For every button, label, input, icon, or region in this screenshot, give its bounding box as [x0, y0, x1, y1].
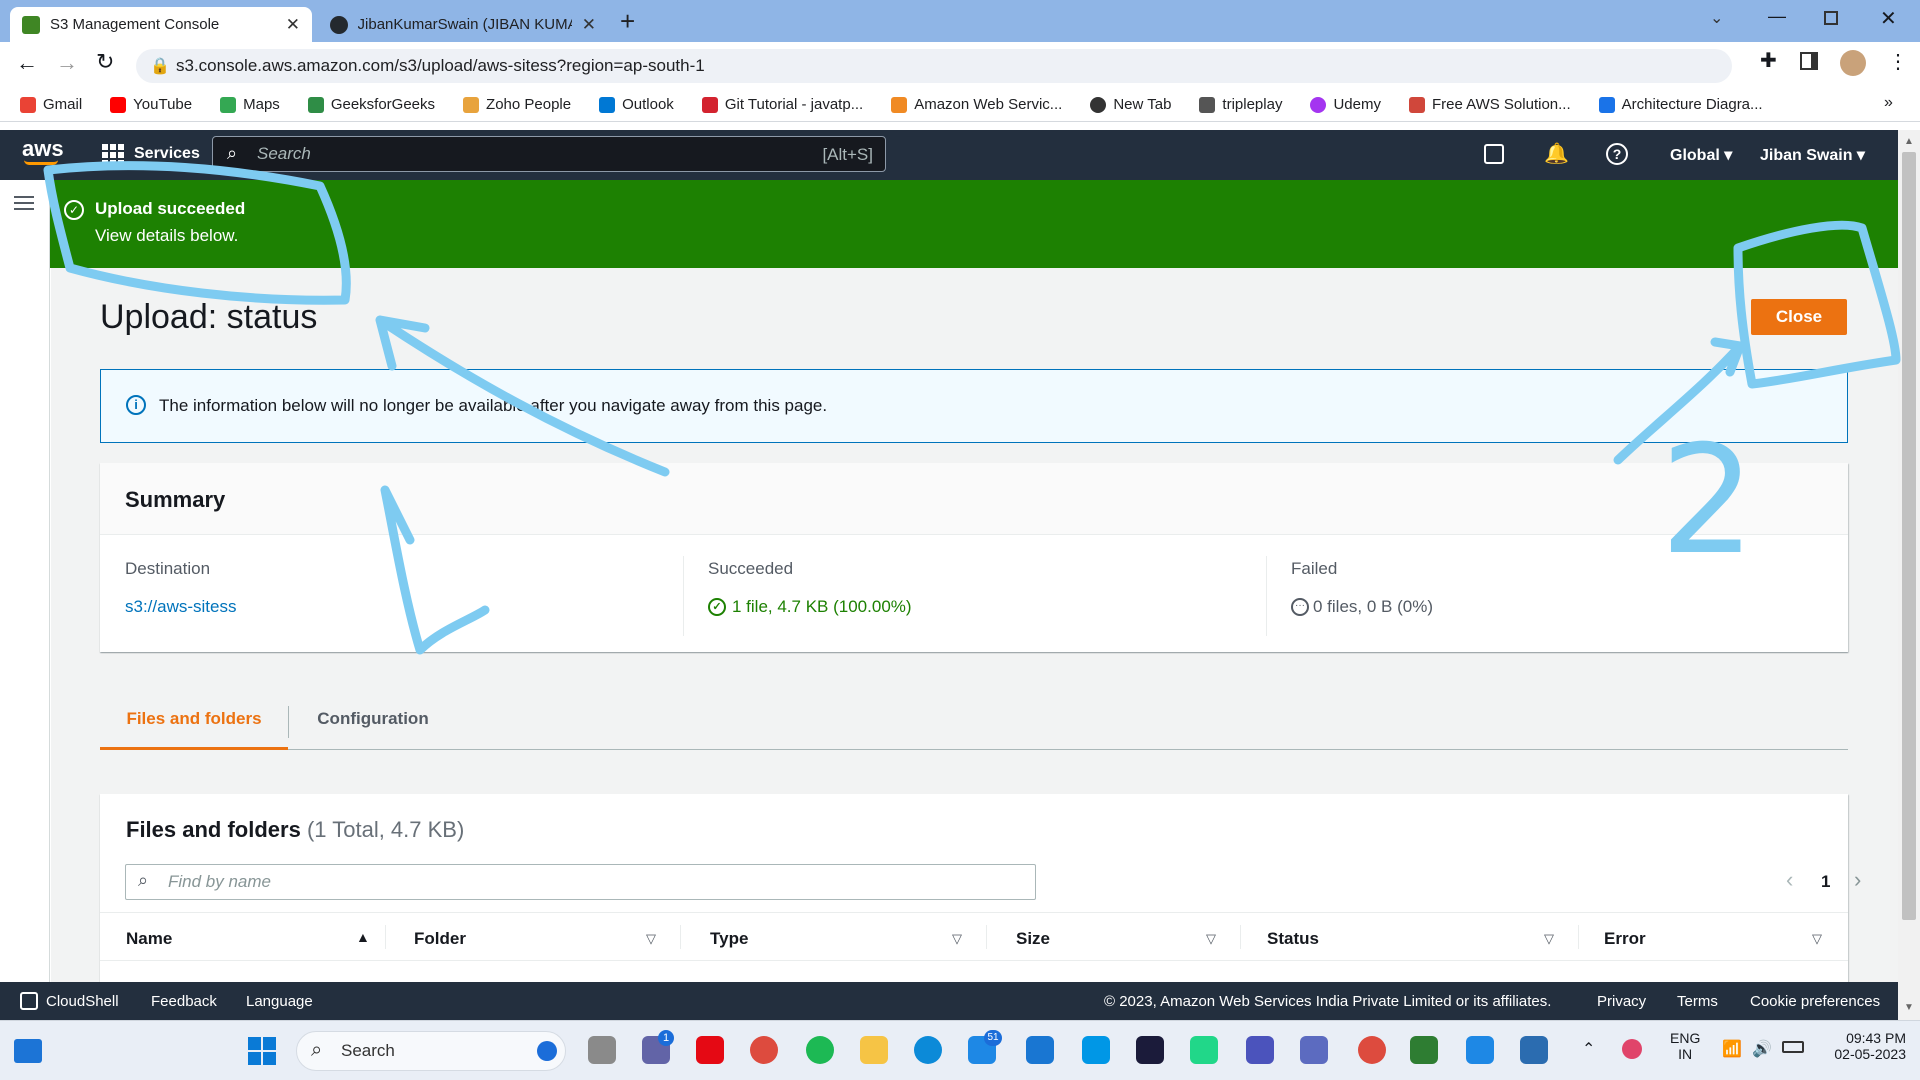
annotation-box-close — [1733, 220, 1901, 389]
annotation-number-two: 2 — [1660, 414, 1755, 588]
annotation-overlay: 2 — [43, 161, 1901, 655]
annotation-arrow-summary — [380, 485, 490, 655]
annotation-box-flash — [43, 161, 351, 305]
annotation-arrow-flash — [375, 315, 670, 477]
